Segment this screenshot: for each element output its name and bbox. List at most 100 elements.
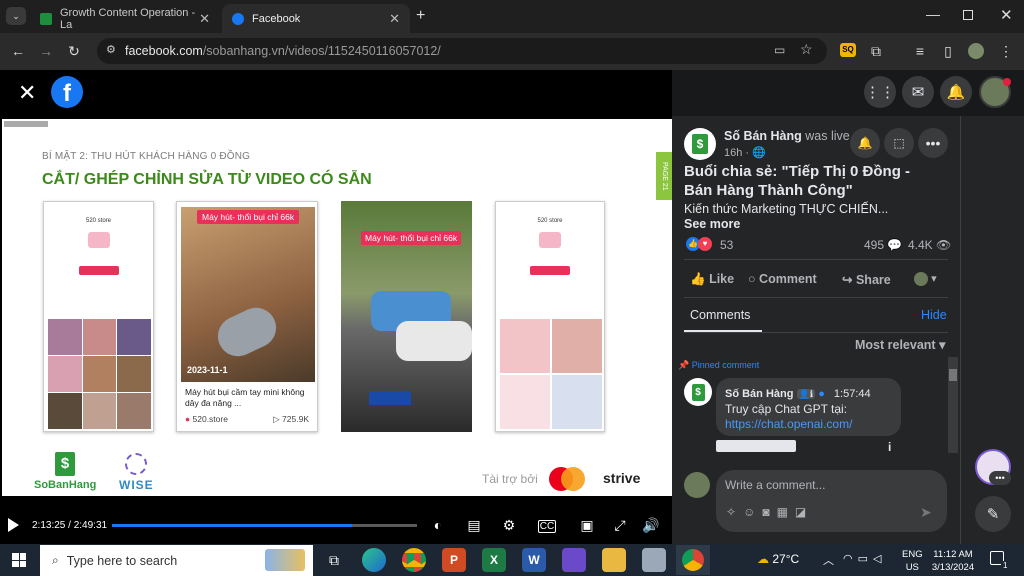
edge-icon[interactable] [362,548,386,572]
save-icon[interactable]: ⬚ [884,128,914,158]
reactions-count[interactable]: 53 [720,238,733,252]
profile-avatar[interactable] [968,43,984,59]
extensions-icon[interactable]: ⧉ [866,41,886,61]
word-icon[interactable]: W [522,548,546,572]
reaction-icons[interactable]: 👍 ♥ [686,237,712,251]
progress-fill [112,524,353,527]
restore-icon[interactable] [963,10,973,20]
windows-start-icon[interactable] [12,553,26,567]
clips-icon[interactable]: ▤ [464,517,484,534]
time-display: 2:13:25 / 2:49:31 [32,520,108,531]
comment-timestamp[interactable]: 1:57:44 [834,388,871,400]
comment-link[interactable]: https://chat.openai.com/ [725,417,852,431]
love-reaction-icon: ♥ [698,237,712,251]
caret-down-icon: ▾ [931,273,937,285]
react-as-selector[interactable]: ▾ [914,272,937,287]
follow-bell-icon[interactable]: 🔔 [850,128,880,158]
info-icon[interactable]: i [888,440,891,454]
tab-growth-content[interactable]: Growth Content Operation - La ✕ [30,4,220,33]
minimize-icon[interactable]: — [926,6,940,22]
progress-track[interactable] [112,524,417,527]
send-icon[interactable]: ➤ [920,504,932,521]
sort-dropdown[interactable]: Most relevant ▾ [855,337,945,352]
battery-icon[interactable]: ▭ [858,553,873,565]
sticker-icon[interactable]: ◪ [795,505,813,519]
fullscreen-icon[interactable]: ⤢ [610,517,630,534]
camera-icon[interactable]: ◙ [762,505,776,519]
extension-sq-icon[interactable]: SQ [840,43,856,57]
volume-tray-icon[interactable]: ◁ [873,553,886,565]
site-info-icon[interactable]: ⚙ [106,43,116,56]
settings-gear-icon[interactable]: ⚙ [499,517,519,534]
play-button[interactable] [8,518,19,532]
new-tab-button[interactable]: + [416,7,425,25]
page-name[interactable]: Số Bán Hàng [724,129,802,143]
share-button[interactable]: ↪ Share [842,272,891,287]
messenger-icon[interactable]: ✉ [902,76,934,108]
page-avatar[interactable]: $ [684,128,716,160]
weather-widget[interactable]: ☁ 27°C [757,552,799,566]
excel-icon[interactable]: X [482,548,506,572]
avatar-sticker-icon[interactable]: ✧ [726,505,743,519]
bookmark-star-icon[interactable]: ☆ [800,41,813,58]
reload-icon[interactable]: ↻ [64,41,84,61]
sobanhang-logo-icon: $ [55,452,75,476]
powerpoint-icon[interactable]: P [442,548,466,572]
emoji-icon[interactable]: ☺ [743,505,762,519]
notification-dot [1003,78,1011,86]
tab-search-button[interactable]: ⌄ [6,7,26,25]
media-icon[interactable]: ≡ [910,41,930,61]
menu-dots-icon[interactable]: ⋮ [996,41,1016,61]
close-video-icon[interactable]: ✕ [18,80,36,106]
tab-facebook[interactable]: Facebook ✕ [222,4,410,33]
like-button[interactable]: 👍 Like [690,272,734,287]
taskbar-search[interactable]: ⌕ Type here to search [40,545,313,576]
comment-input[interactable]: Write a comment... [725,478,825,492]
file-explorer-icon[interactable] [602,548,626,572]
sticker-icon[interactable]: ◐ [428,517,448,533]
commenter-avatar[interactable]: $ [684,378,712,406]
my-avatar[interactable] [684,472,710,498]
time-ago[interactable]: 16h [724,147,742,159]
hide-link[interactable]: Hide [921,308,947,322]
window-close-icon[interactable]: ✕ [1000,6,1013,24]
new-message-icon[interactable]: ✎ [975,496,1011,532]
comments-tab[interactable]: Comments [690,308,750,322]
app-icon[interactable] [642,548,666,572]
close-tab-icon[interactable]: ✕ [389,11,400,27]
chrome-active-icon[interactable] [676,545,710,575]
notifications-bell-icon[interactable]: 🔔 [940,76,972,108]
language-indicator[interactable]: ENG US [902,548,923,574]
comments-count-row[interactable]: 495 💬 [864,238,902,252]
captions-icon[interactable]: CC [538,520,556,533]
comment-author[interactable]: Số Bán Hàng [725,388,793,400]
comment-button[interactable]: ○ Comment [748,272,817,286]
cast-icon[interactable]: ▭ [774,43,785,57]
chrome-icon[interactable] [402,548,426,572]
scroll-thumb[interactable] [949,369,957,381]
chat-more-icon[interactable]: ••• [989,471,1011,485]
forward-icon[interactable]: → [36,41,56,61]
close-tab-icon[interactable]: ✕ [199,11,210,27]
views-count-row: 4.4K 👁 [908,238,951,252]
comments-scrollbar[interactable] [948,357,958,453]
see-more-link[interactable]: See more [684,217,740,231]
side-panel-icon[interactable]: ▯ [938,41,958,61]
license-plate [369,391,411,405]
address-bar[interactable]: ⚙ facebook.com/sobanhang.vn/videos/11524… [97,38,827,64]
video-tag-2: Máy hút- thổi bụi chỉ 66k [361,231,462,245]
more-options-icon[interactable]: ••• [918,128,948,158]
slide-header: BÍ MẬT 2: THU HÚT KHÁCH HÀNG 0 ĐỒNG [42,151,251,162]
tray-chevron-icon[interactable]: ︿ [823,552,834,568]
back-icon[interactable]: ← [8,41,28,61]
pip-icon[interactable]: ▣ [577,517,597,534]
teams-icon[interactable] [562,548,586,572]
wifi-icon[interactable]: ◠ [843,553,858,565]
menu-grid-icon[interactable]: ⋮⋮ [864,76,896,108]
facebook-logo-icon[interactable]: f [51,76,83,108]
gif-icon[interactable]: ▦ [777,505,795,519]
volume-icon[interactable]: 🔊 [641,517,661,534]
weather-sun-icon: ☁ [757,552,769,566]
clock[interactable]: 11:12 AM 3/13/2024 [930,548,976,574]
task-view-icon[interactable]: ⧉ [322,548,346,572]
